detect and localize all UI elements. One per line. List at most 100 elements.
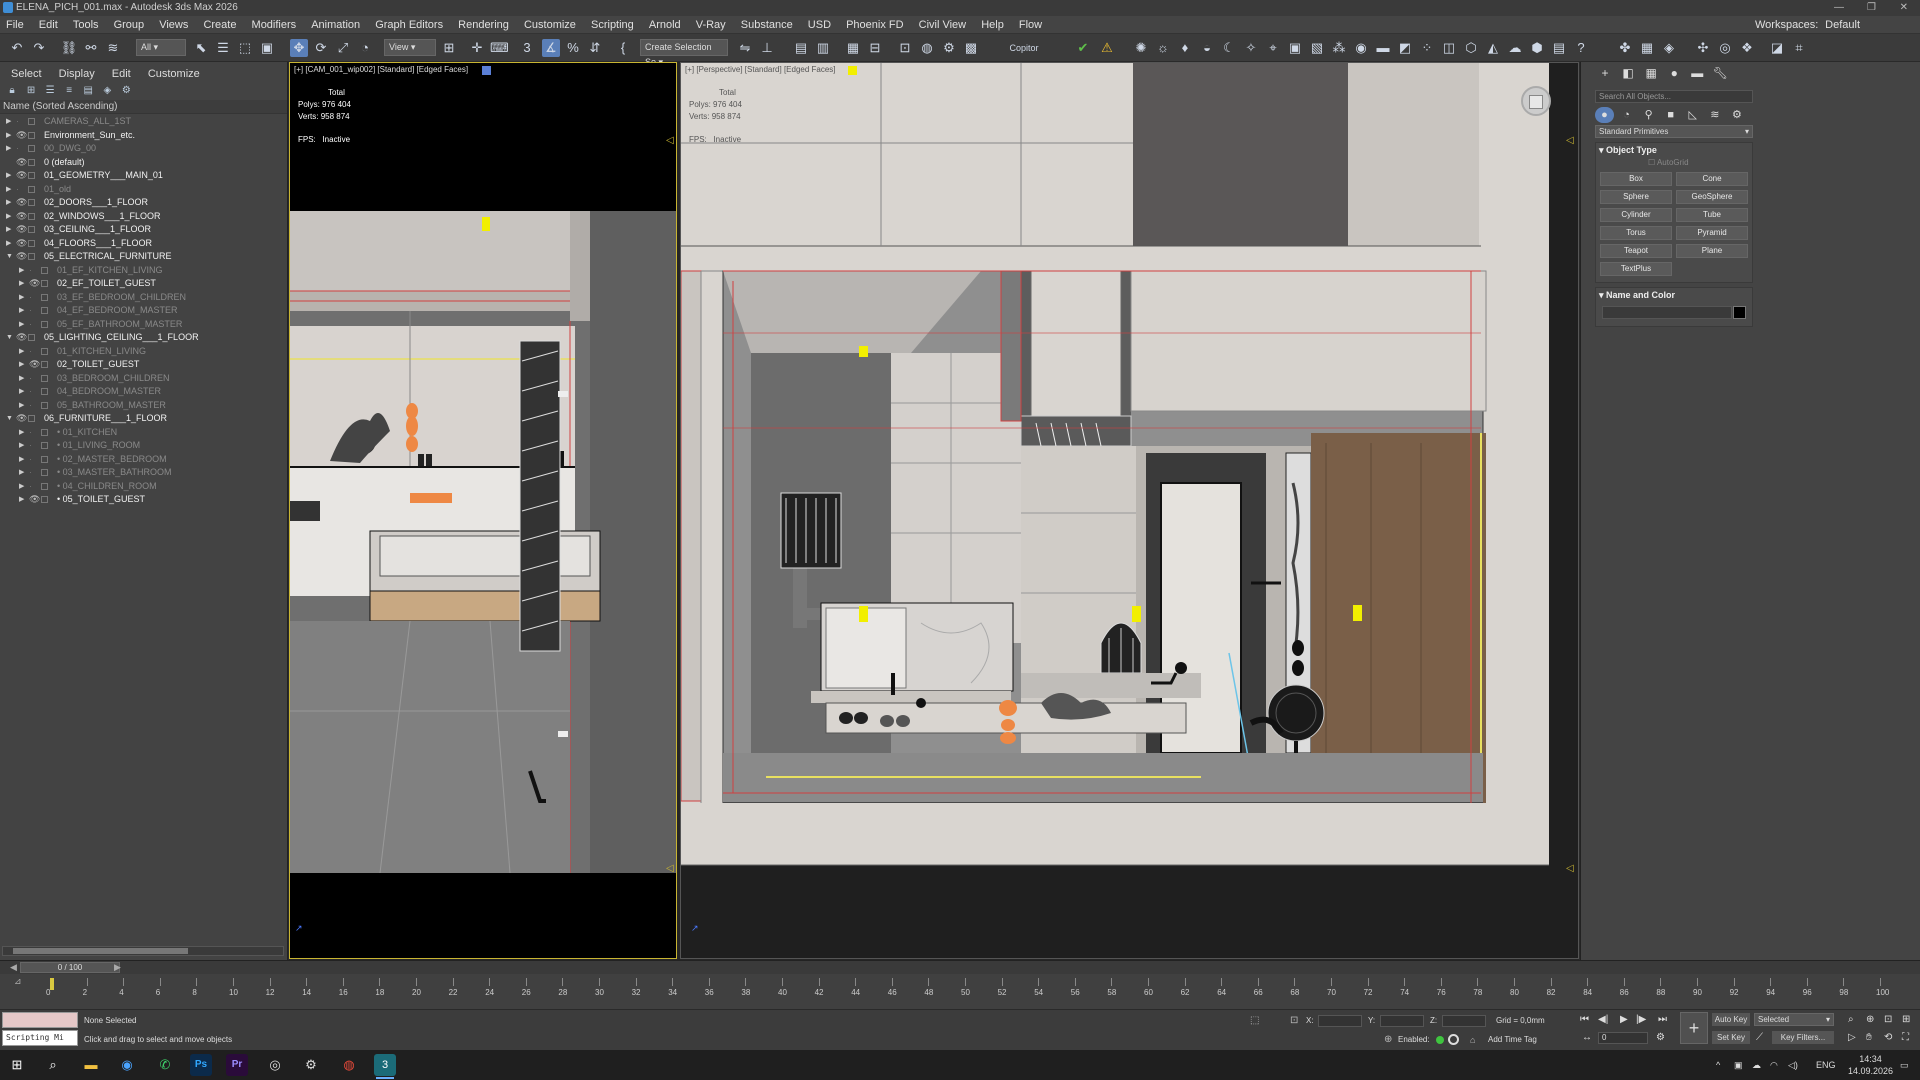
freeze-toggle-icon[interactable] [41, 455, 48, 463]
highlight-icon[interactable]: ◈ [99, 85, 115, 96]
visibility-eye-icon[interactable]: · [16, 142, 19, 156]
time-tag-icon[interactable] [1448, 1034, 1459, 1045]
scene-layer-row[interactable]: ▼ 👁︎ 05_ELECTRICAL_FURNITURE [0, 250, 287, 264]
vray-clipper-icon[interactable]: ◫ [1440, 39, 1458, 57]
vray-scatter-icon[interactable]: ⁘ [1418, 39, 1436, 57]
scene-layer-row[interactable]: ▶ 👁︎ 02_EF_TOILET_GUEST [0, 277, 287, 291]
freeze-toggle-icon[interactable] [28, 415, 35, 422]
scene-layer-row[interactable]: ▶ 👁︎ 02_WINDOWS___1_FLOOR [0, 210, 287, 224]
freeze-toggle-icon[interactable] [28, 131, 35, 139]
vray-proxy-icon[interactable]: ▧ [1308, 39, 1326, 57]
visibility-eye-icon[interactable]: · [16, 183, 19, 197]
object-color-swatch[interactable] [1733, 306, 1746, 319]
select-manipulate-icon[interactable]: ✛ [468, 39, 486, 57]
minimize-icon[interactable]: — [1834, 0, 1844, 16]
volume-icon[interactable]: ◁) [1788, 1060, 1798, 1071]
collapse-triangle-icon[interactable]: ▼ [6, 250, 13, 264]
visibility-eye-icon[interactable]: · [29, 439, 32, 453]
cameras-category-icon[interactable]: ■ [1661, 107, 1680, 123]
motion-tab-icon[interactable]: ● [1664, 62, 1684, 84]
expand-triangle-icon[interactable]: ▶ [19, 277, 24, 291]
freeze-toggle-icon[interactable] [41, 469, 48, 476]
visibility-eye-icon[interactable]: · [29, 466, 32, 480]
collapse-triangle-icon[interactable]: ▼ [6, 412, 13, 426]
menu-usd[interactable]: USD [802, 16, 837, 34]
visibility-eye-icon[interactable]: 👁︎ [29, 493, 40, 507]
photoshop-icon[interactable]: Ps [190, 1054, 212, 1076]
expand-triangle-icon[interactable]: ▶ [19, 264, 24, 278]
search-icon[interactable]: ⌕ [42, 1054, 64, 1076]
teapot-button[interactable]: Teapot [1600, 244, 1672, 258]
lock-icon[interactable]: 🔒︎ [4, 85, 20, 96]
viewport-resize-handle-icon[interactable]: ◁ [666, 135, 674, 146]
scene-layer-row[interactable]: ▶ · 04_BEDROOM_MASTER [0, 385, 287, 399]
menu-phoenix-fd[interactable]: Phoenix FD [840, 16, 909, 34]
visibility-eye-icon[interactable]: · [29, 345, 32, 359]
plugin-g-icon[interactable]: ◪ [1768, 39, 1786, 57]
menu-animation[interactable]: Animation [305, 16, 366, 34]
network-icon[interactable]: ◎ [264, 1054, 286, 1076]
visibility-eye-icon[interactable]: · [29, 264, 32, 278]
copitor-label[interactable]: Copitor [998, 39, 1050, 57]
visibility-eye-icon[interactable]: 👁︎ [16, 237, 27, 251]
freeze-toggle-icon[interactable] [41, 307, 48, 314]
zoom-extents-all-icon[interactable]: ⊞ [1902, 1014, 1910, 1025]
vray-lister-icon[interactable]: ▤ [1550, 39, 1568, 57]
language-indicator[interactable]: ENG [1816, 1060, 1836, 1070]
expand-triangle-icon[interactable]: ▶ [19, 480, 24, 494]
viewport-camera[interactable]: [+] [CAM_001_wip002] [Standard] [Edged F… [289, 62, 677, 959]
vray-moon-icon[interactable]: ☾ [1220, 39, 1238, 57]
spinner-snap-icon[interactable]: ⇵ [586, 39, 604, 57]
render-frame-icon[interactable]: ▩ [962, 39, 980, 57]
perspective-resize-handle-bottom-icon[interactable]: ◁ [1566, 863, 1574, 874]
expand-triangle-icon[interactable]: ▶ [19, 493, 24, 507]
menu-tools[interactable]: Tools [67, 16, 105, 34]
visibility-eye-icon[interactable]: · [29, 304, 32, 318]
schematic-view-icon[interactable]: ⊡ [896, 39, 914, 57]
key-filters-button[interactable]: Key Filters... [1772, 1031, 1834, 1044]
z-coord-input[interactable] [1442, 1015, 1486, 1027]
expand-triangle-icon[interactable]: ▶ [6, 169, 11, 183]
vray-plane-icon[interactable]: ▬ [1374, 39, 1392, 57]
time-config-icon[interactable]: ⚙ [1656, 1032, 1665, 1043]
vray-ambient-icon[interactable]: ✧ [1242, 39, 1260, 57]
viewcube-icon[interactable] [1521, 86, 1551, 116]
freeze-toggle-icon[interactable] [28, 334, 35, 341]
scene-layer-row[interactable]: ▶ · 01_KITCHEN_LIVING [0, 345, 287, 359]
place-icon[interactable]: ◔ [356, 39, 374, 57]
collapse-triangle-icon[interactable]: ▼ [6, 331, 13, 345]
selection-filter-dropdown[interactable]: All ▾ [136, 39, 186, 56]
scene-layer-row[interactable]: ▶ · CAMERAS_ALL_1ST [0, 115, 287, 129]
current-frame-marker[interactable] [50, 978, 54, 990]
perspective-resize-handle-icon[interactable]: ◁ [1566, 135, 1574, 146]
warning-icon[interactable]: ⚠ [1098, 39, 1116, 57]
redo-icon[interactable]: ↷ [30, 39, 48, 57]
menu-modifiers[interactable]: Modifiers [246, 16, 303, 34]
freeze-toggle-icon[interactable] [28, 212, 35, 220]
vray-light-icon[interactable]: ✺ [1132, 39, 1150, 57]
expand-triangle-icon[interactable]: ▶ [19, 372, 24, 386]
freeze-toggle-icon[interactable] [28, 253, 35, 260]
plugin-c-icon[interactable]: ◈ [1660, 39, 1678, 57]
scene-layer-row[interactable]: ▶ · 03_EF_BEDROOM_CHILDREN [0, 291, 287, 305]
expand-triangle-icon[interactable]: ▶ [6, 129, 11, 143]
plugin-d-icon[interactable]: ✣ [1694, 39, 1712, 57]
absolute-mode-icon[interactable]: ⊡ [1290, 1015, 1298, 1026]
zoom-icon[interactable]: ⌕ [1848, 1014, 1854, 1025]
cylinder-button[interactable]: Cylinder [1600, 208, 1672, 222]
notification-icon[interactable]: ▭ [1900, 1060, 1909, 1071]
scene-layer-row[interactable]: ▶ 👁︎ 02_TOILET_GUEST [0, 358, 287, 372]
scene-layer-row[interactable]: ▶ · • 02_MASTER_BEDROOM [0, 453, 287, 467]
systems-category-icon[interactable]: ⚙ [1727, 107, 1746, 123]
vray-dome-icon[interactable]: ◒ [1198, 39, 1216, 57]
scene-layer-row[interactable]: ▶ · 05_EF_BATHROOM_MASTER [0, 318, 287, 332]
visibility-eye-icon[interactable]: 👁︎ [16, 196, 27, 210]
visibility-eye-icon[interactable]: 👁︎ [16, 412, 27, 426]
torus-button[interactable]: Torus [1600, 226, 1672, 240]
layers-icon[interactable]: ≡ [61, 85, 77, 96]
settings-icon[interactable]: ⚙ [118, 85, 134, 96]
spacewarps-category-icon[interactable]: ≋ [1705, 107, 1724, 123]
fov-icon[interactable]: ▷ [1848, 1032, 1856, 1043]
zoom-extents-icon[interactable]: ⊡ [1884, 1014, 1892, 1025]
freeze-toggle-icon[interactable] [41, 361, 48, 368]
